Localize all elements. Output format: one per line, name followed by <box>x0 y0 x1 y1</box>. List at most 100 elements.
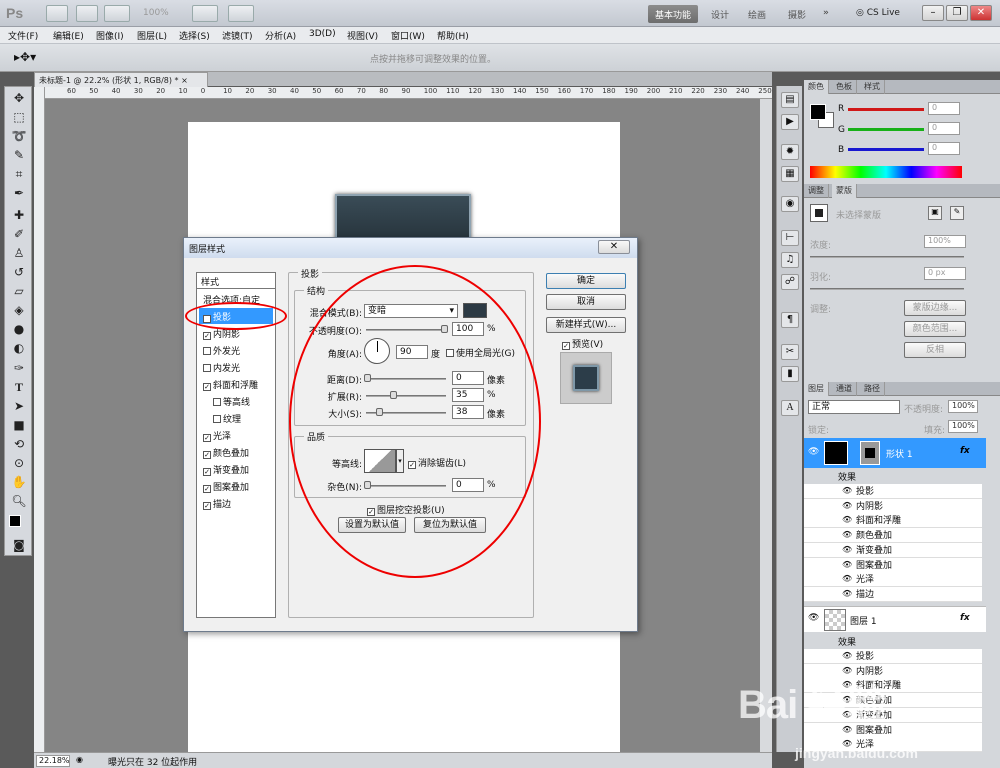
effect-visibility-icon[interactable]: 👁︎ <box>842 545 852 554</box>
path-select-tool-icon[interactable]: ➤ <box>10 398 28 415</box>
feather-value[interactable]: 0 px <box>924 267 966 280</box>
menu-layer[interactable]: 图层(L) <box>137 29 167 42</box>
minimize-button[interactable]: – <box>922 5 944 21</box>
style-item[interactable]: ✓ 颜色叠加 <box>199 444 273 460</box>
style-item[interactable]: ✓ 描边 <box>199 495 273 511</box>
invert-button[interactable]: 反相 <box>904 342 966 358</box>
tab-masks[interactable]: 蒙版 <box>832 184 857 198</box>
style-checkbox[interactable] <box>213 415 221 423</box>
color-spectrum-ramp[interactable] <box>810 166 962 178</box>
style-checkbox[interactable] <box>203 364 211 372</box>
workspace-design[interactable]: 设计 <box>704 5 736 23</box>
view-extras-button[interactable] <box>104 5 130 22</box>
style-checkbox[interactable]: ✓ <box>203 434 211 442</box>
zoom-tool-icon[interactable]: 🔍︎ <box>10 493 28 510</box>
notes-panel-icon[interactable]: ♫ <box>781 252 799 268</box>
document-tab[interactable]: 未标题-1 @ 22.2% (形状 1, RGB/8) * × <box>34 72 208 87</box>
effect-visibility-icon[interactable]: 👁︎ <box>842 501 852 510</box>
channel-g-value[interactable]: 0 <box>928 122 960 135</box>
zoom-level[interactable]: 100% <box>143 8 169 18</box>
style-checkbox[interactable]: ✓ <box>203 332 211 340</box>
quick-select-tool-icon[interactable]: ✎ <box>10 147 28 164</box>
style-checkbox[interactable] <box>203 347 211 355</box>
paragraph-panel-icon[interactable]: ¶ <box>781 312 799 328</box>
mask-edge-button[interactable]: 蒙版边缘... <box>904 300 966 316</box>
layer-effect-row[interactable]: 👁︎ 渐变叠加 <box>804 542 982 558</box>
effect-visibility-icon[interactable]: 👁︎ <box>842 515 852 524</box>
menu-3d[interactable]: 3D(D) <box>309 29 336 39</box>
eyedropper-tool-icon[interactable]: ✒ <box>10 185 28 202</box>
fx-icon[interactable]: fx <box>960 613 970 623</box>
workspace-photography[interactable]: 摄影 <box>781 5 813 23</box>
tab-paths[interactable]: 路径 <box>860 382 885 396</box>
stamp-tool-icon[interactable]: ♙ <box>10 245 28 262</box>
new-style-button[interactable]: 新建样式(W)... <box>546 317 626 333</box>
effect-visibility-icon[interactable]: 👁︎ <box>842 530 852 539</box>
layer-effect-row[interactable]: 👁︎ 内阴影 <box>804 498 982 514</box>
character-panel-icon[interactable]: A <box>781 400 799 416</box>
menu-analysis[interactable]: 分析(A) <box>265 29 296 42</box>
brush-tool-icon[interactable]: ✐ <box>10 226 28 243</box>
menu-help[interactable]: 帮助(H) <box>437 29 469 42</box>
style-item[interactable]: ✓ 渐变叠加 <box>199 461 273 477</box>
clone-source-panel-icon[interactable]: ▦ <box>781 166 799 182</box>
style-checkbox[interactable]: ✓ <box>203 502 211 510</box>
fill-value[interactable]: 100% <box>948 420 978 433</box>
layer-effect-row[interactable]: 👁︎ 投影 <box>804 649 982 664</box>
restore-button[interactable]: ❐ <box>946 5 968 21</box>
tab-adjustments[interactable]: 调整 <box>804 184 829 198</box>
info-panel-icon[interactable]: ☍ <box>781 274 799 290</box>
layer-name[interactable]: 形状 1 <box>886 447 913 460</box>
style-item[interactable]: ✓ 斜面和浮雕 <box>199 376 273 392</box>
style-checkbox[interactable]: ✓ <box>203 485 211 493</box>
style-item[interactable]: 内发光 <box>199 359 273 375</box>
healing-tool-icon[interactable]: ✚ <box>10 207 28 224</box>
minibridge-button[interactable] <box>76 5 98 22</box>
tab-styles[interactable]: 样式 <box>860 80 885 94</box>
tool-presets-panel-icon[interactable]: ✂ <box>781 344 799 360</box>
color-range-button[interactable]: 颜色范围... <box>904 321 966 337</box>
density-slider[interactable] <box>810 256 964 258</box>
layer-blend-mode-select[interactable]: 正常 <box>808 400 900 414</box>
crop-tool-icon[interactable]: ⌗ <box>10 166 28 183</box>
actions-panel-icon[interactable]: ▶ <box>781 114 799 130</box>
style-checkbox[interactable]: ✓ <box>203 383 211 391</box>
density-value[interactable]: 100% <box>924 235 966 248</box>
layer-effect-row[interactable]: 👁︎ 图案叠加 <box>804 557 982 573</box>
workspace-more[interactable]: » <box>816 5 836 23</box>
move-tool-icon[interactable]: ✥ <box>10 90 28 107</box>
effect-visibility-icon[interactable]: 👁︎ <box>842 486 852 495</box>
effect-visibility-icon[interactable]: 👁︎ <box>842 560 852 569</box>
layer-row-layer-1[interactable]: 👁︎ 图层 1 fx <box>804 606 986 632</box>
move-tool-preset-icon[interactable]: ▸✥▾ <box>14 50 36 64</box>
dodge-tool-icon[interactable]: ◐ <box>10 340 28 357</box>
effect-visibility-icon[interactable]: 👁︎ <box>842 589 852 598</box>
menu-file[interactable]: 文件(F) <box>8 29 38 42</box>
menu-select[interactable]: 选择(S) <box>179 29 210 42</box>
workspace-essentials[interactable]: 基本功能 <box>648 5 699 23</box>
menu-window[interactable]: 窗口(W) <box>391 29 425 42</box>
3d-panel-icon[interactable]: ◉ <box>781 196 799 212</box>
style-item[interactable]: ✓ 光泽 <box>199 427 273 443</box>
tab-color[interactable]: 颜色 <box>804 80 829 94</box>
layer-effect-row[interactable]: 👁︎ 描边 <box>804 586 982 602</box>
menu-edit[interactable]: 编辑(E) <box>53 29 84 42</box>
visibility-eye-icon[interactable]: 👁︎ <box>808 447 819 457</box>
ok-button[interactable]: 确定 <box>546 273 626 289</box>
history-brush-tool-icon[interactable]: ↺ <box>10 264 28 281</box>
effect-visibility-icon[interactable]: 👁︎ <box>842 651 852 660</box>
pen-tool-icon[interactable]: ✑ <box>10 360 28 377</box>
history-panel-icon[interactable]: ▤ <box>781 92 799 108</box>
menu-image[interactable]: 图像(I) <box>96 29 124 42</box>
eraser-tool-icon[interactable]: ▱ <box>10 283 28 300</box>
layer-effect-row[interactable]: 👁︎ 投影 <box>804 484 982 499</box>
cs-live-button[interactable]: ◎ CS Live <box>856 8 900 18</box>
layer-effect-row[interactable]: 👁︎ 光泽 <box>804 572 982 588</box>
layer-row-shape-1[interactable]: 👁︎ 形状 1 fx <box>804 438 986 468</box>
channel-g-slider[interactable] <box>848 128 924 131</box>
cancel-button[interactable]: 取消 <box>546 294 626 310</box>
close-button[interactable]: ✕ <box>970 5 992 21</box>
tab-channels[interactable]: 通道 <box>832 382 857 396</box>
type-tool-icon[interactable]: T <box>10 379 28 396</box>
style-item[interactable]: 外发光 <box>199 342 273 358</box>
